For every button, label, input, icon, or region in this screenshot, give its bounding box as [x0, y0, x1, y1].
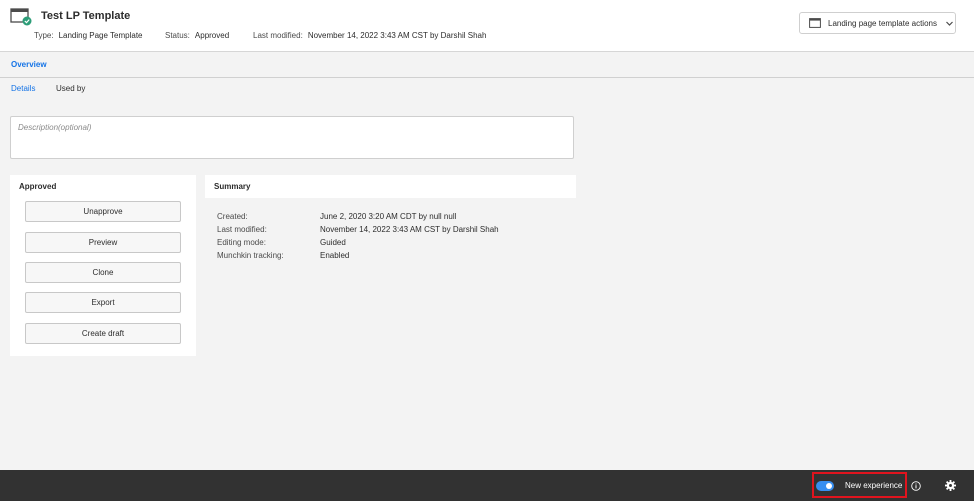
summary-label: Editing mode: [217, 238, 266, 247]
actions-label: Landing page template actions [828, 18, 937, 28]
summary-label: Created: [217, 212, 248, 221]
export-button[interactable]: Export [25, 292, 181, 313]
landing-page-template-actions-button[interactable]: Landing page template actions [799, 12, 956, 34]
info-icon[interactable] [911, 481, 921, 491]
preview-button[interactable]: Preview [25, 232, 181, 253]
gear-icon[interactable] [945, 480, 956, 491]
page-header: Test LP Template Type: Landing Page Templ… [0, 0, 974, 52]
summary-label: Last modified: [217, 225, 267, 234]
unapprove-button[interactable]: Unapprove [25, 201, 181, 222]
approved-heading: Approved [19, 182, 57, 191]
status-value: Approved [194, 31, 230, 40]
summary-heading: Summary [214, 182, 251, 191]
tab-overview[interactable]: Overview [11, 60, 47, 69]
modified-value: November 14, 2022 3:43 AM CST by Darshil… [307, 31, 487, 40]
summary-value: November 14, 2022 3:43 AM CST by Darshil… [320, 225, 499, 234]
status-label: Status: [165, 31, 190, 40]
summary-row-created: Created: June 2, 2020 3:20 AM CDT by null… [217, 212, 456, 221]
landing-page-approved-icon [10, 8, 32, 26]
footer-bar: New experience [0, 470, 974, 501]
chevron-down-icon [946, 21, 953, 26]
summary-row-munchkin-tracking: Munchkin tracking: Enabled [217, 251, 349, 260]
status-meta: Status: Approved [165, 31, 229, 40]
summary-row-last-modified: Last modified: November 14, 2022 3:43 AM … [217, 225, 499, 234]
summary-value: Enabled [320, 251, 350, 260]
create-draft-button[interactable]: Create draft [25, 323, 181, 344]
modified-meta: Last modified: November 14, 2022 3:43 AM … [253, 31, 486, 40]
type-label: Type: [34, 31, 54, 40]
clone-button[interactable]: Clone [25, 262, 181, 283]
modified-label: Last modified: [253, 31, 303, 40]
summary-panel-header: Summary [205, 175, 576, 198]
new-experience-toggle[interactable] [816, 481, 834, 491]
summary-value: Guided [320, 238, 346, 247]
type-value: Landing Page Template [58, 31, 143, 40]
summary-row-editing-mode: Editing mode: Guided [217, 238, 346, 247]
summary-value: June 2, 2020 3:20 AM CDT by null null [320, 212, 457, 221]
summary-label: Munchkin tracking: [217, 251, 284, 260]
description-field[interactable]: Description(optional) [10, 116, 574, 159]
page-icon [809, 18, 821, 28]
tab-bar: Overview [0, 52, 974, 78]
tab-details[interactable]: Details [11, 84, 35, 93]
approved-panel: Approved Unapprove Preview Clone Export … [10, 175, 196, 356]
tab-used-by[interactable]: Used by [56, 84, 85, 93]
new-experience-label: New experience [845, 481, 903, 490]
type-meta: Type: Landing Page Template [34, 31, 143, 40]
page-title: Test LP Template [41, 10, 131, 22]
